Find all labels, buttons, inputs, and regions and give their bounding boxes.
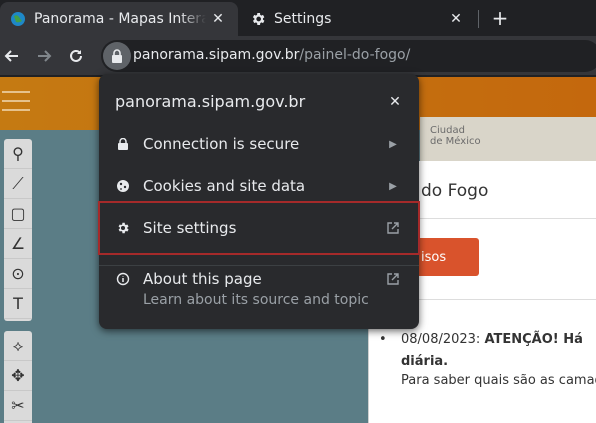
panel-action-button[interactable]: isos xyxy=(409,238,479,276)
item-label: Site settings xyxy=(143,219,237,237)
cookies-item[interactable]: Cookies and site data ▶ xyxy=(99,166,419,206)
page-info-popup: panorama.sipam.gov.br ✕ Connection is se… xyxy=(98,74,420,329)
notice-subtext: Para saber quais são as camad xyxy=(401,373,596,388)
reload-icon[interactable] xyxy=(64,44,88,68)
url-text: panorama.sipam.gov.br/painel-do-fogo/ xyxy=(133,47,410,63)
tab-strip: Panorama - Mapas Interativos ✕ Settings … xyxy=(0,0,596,36)
url-host: panorama.sipam.gov.br xyxy=(133,47,300,63)
address-bar[interactable]: panorama.sipam.gov.br/painel-do-fogo/ xyxy=(101,40,596,72)
map-label: Ciudad de México xyxy=(430,125,481,147)
text-icon[interactable]: T xyxy=(4,289,32,319)
forward-arrow-icon[interactable] xyxy=(32,44,56,68)
item-label: Cookies and site data xyxy=(143,177,306,195)
new-tab-icon[interactable]: + xyxy=(488,6,512,30)
bullet: • xyxy=(379,332,387,347)
about-page-item[interactable]: About this page xyxy=(99,267,419,291)
connection-secure-item[interactable]: Connection is secure ▶ xyxy=(99,124,419,164)
tab-panorama[interactable]: Panorama - Mapas Interativos ✕ xyxy=(0,2,238,36)
panel-title: do Fogo xyxy=(421,181,489,201)
item-label: Connection is secure xyxy=(143,135,300,153)
marker-icon[interactable]: ⚲ xyxy=(4,139,32,169)
edit-vertices-icon[interactable]: ⟡ xyxy=(4,331,32,361)
chevron-right-icon: ▶ xyxy=(389,138,397,150)
url-path: /painel-do-fogo/ xyxy=(299,47,411,63)
open-external-icon xyxy=(381,222,405,234)
polyline-icon[interactable]: ⟋ xyxy=(4,169,32,199)
lock-icon xyxy=(115,136,131,152)
item-sublabel: Learn about its source and topic xyxy=(143,292,369,308)
back-arrow-icon[interactable] xyxy=(0,44,24,68)
close-tab-icon[interactable]: ✕ xyxy=(206,7,230,31)
globe-favicon-icon xyxy=(10,11,26,27)
gear-favicon-icon xyxy=(250,11,266,27)
circle-icon[interactable]: ⊙ xyxy=(4,259,32,289)
notice-text: • 08/08/2023: ATENÇÃO! Há diária. xyxy=(379,329,583,373)
map-draw-toolbar: ⚲ ⟋ ▢ ∠ ⊙ T xyxy=(4,139,32,321)
cut-icon[interactable]: ✂ xyxy=(4,391,32,421)
cookie-icon xyxy=(115,178,131,194)
chevron-right-icon: ▶ xyxy=(389,180,397,192)
site-settings-item[interactable]: Site settings xyxy=(98,201,420,255)
gear-icon xyxy=(115,220,131,236)
tab-title: Panorama - Mapas Interativos xyxy=(34,11,206,27)
close-tab-icon[interactable]: ✕ xyxy=(444,7,468,31)
map-area: Ciudad de México xyxy=(420,117,596,163)
angle-icon[interactable]: ∠ xyxy=(4,229,32,259)
close-icon[interactable]: ✕ xyxy=(385,92,405,112)
tab-divider xyxy=(478,10,479,28)
open-external-icon xyxy=(381,273,405,285)
lock-icon[interactable] xyxy=(103,42,131,70)
popup-title: panorama.sipam.gov.br xyxy=(115,92,306,111)
rectangle-icon[interactable]: ▢ xyxy=(4,199,32,229)
divider xyxy=(99,265,419,266)
tab-title: Settings xyxy=(274,11,332,27)
move-icon[interactable]: ✥ xyxy=(4,361,32,391)
page-info-icon xyxy=(115,271,131,287)
browser-toolbar: panorama.sipam.gov.br/painel-do-fogo/ xyxy=(0,36,596,76)
hamburger-menu-icon[interactable] xyxy=(2,91,30,118)
item-label: About this page xyxy=(143,270,262,288)
map-edit-toolbar: ⟡ ✥ ✂ xyxy=(4,331,32,423)
tab-settings[interactable]: Settings ✕ xyxy=(240,2,476,36)
